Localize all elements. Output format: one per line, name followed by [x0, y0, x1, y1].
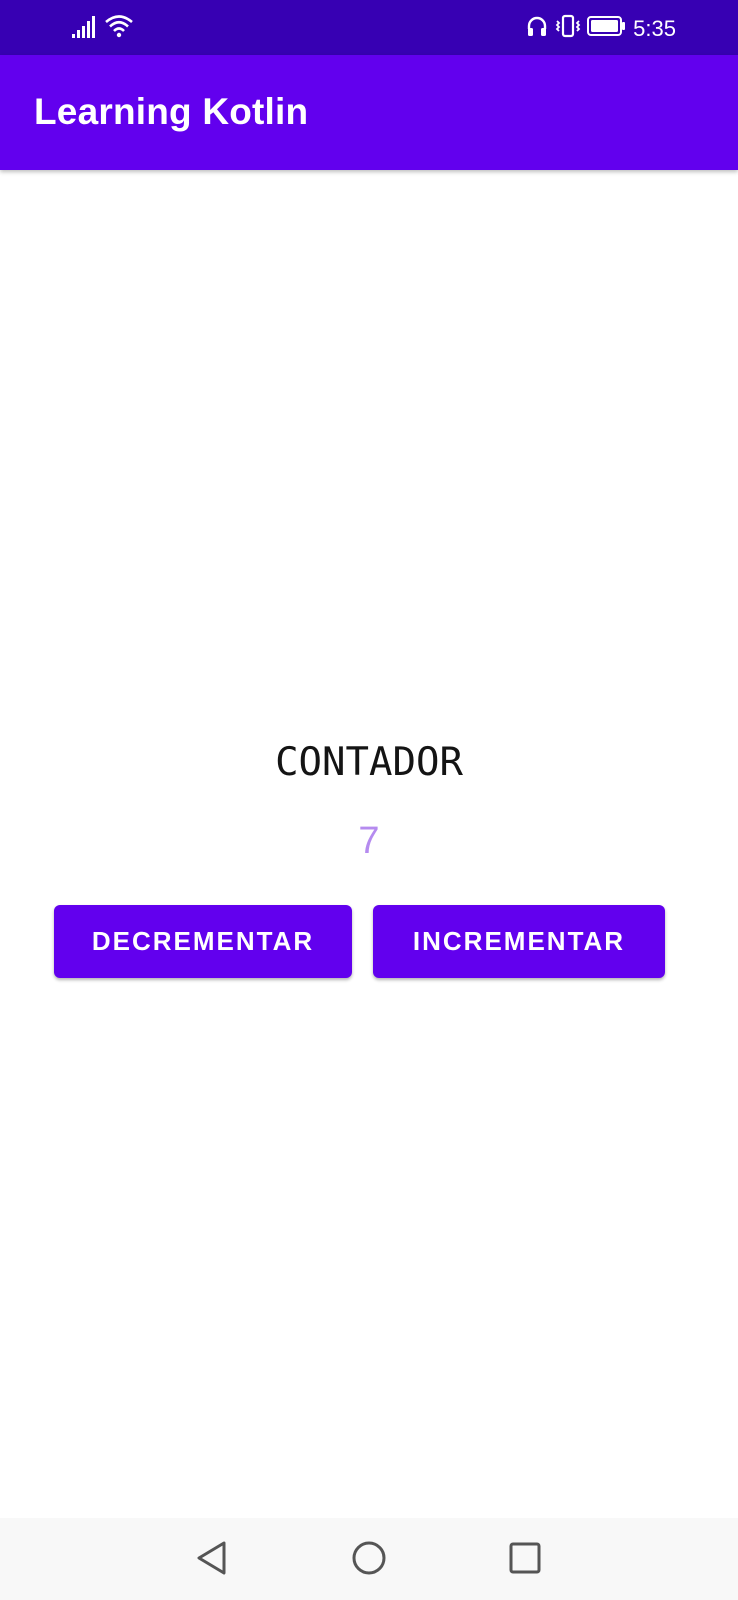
app-title: Learning Kotlin [34, 91, 309, 132]
app-bar: Learning Kotlin [0, 55, 738, 170]
counter-label: CONTADOR [275, 740, 463, 785]
battery-icon [587, 15, 627, 42]
navigation-bar [0, 1518, 738, 1600]
counter-value: 7 [358, 820, 380, 862]
status-bar: 5:35 [0, 0, 738, 55]
back-icon [195, 1540, 229, 1581]
recents-icon [508, 1541, 542, 1580]
home-button[interactable] [347, 1538, 391, 1582]
back-button[interactable] [190, 1538, 234, 1582]
wifi-icon [104, 14, 134, 43]
increment-button-label: INCREMENTAR [412, 926, 626, 956]
recents-button[interactable] [503, 1538, 547, 1582]
status-time: 5:35 [633, 15, 676, 41]
headphones-icon [525, 14, 549, 43]
status-right: 5:35 [525, 14, 676, 43]
decrement-button[interactable]: DECREMENTAR [54, 905, 352, 978]
home-icon [351, 1540, 387, 1581]
increment-button[interactable]: INCREMENTAR [373, 905, 665, 978]
decrement-button-label: DECREMENTAR [91, 926, 315, 956]
signal-icon [72, 16, 98, 43]
vibrate-icon [555, 14, 581, 43]
status-left [72, 14, 134, 43]
